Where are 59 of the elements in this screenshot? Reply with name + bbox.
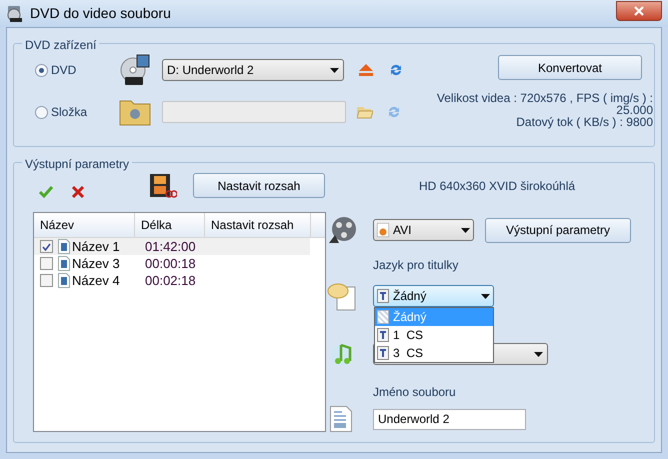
checkbox[interactable] xyxy=(40,257,53,270)
drive-dropdown[interactable]: D: Underworld 2 xyxy=(162,59,344,81)
close-button[interactable] xyxy=(616,0,662,20)
filename-label: Jméno souboru xyxy=(373,384,457,401)
checkbox[interactable] xyxy=(40,274,53,287)
radio-button[interactable] xyxy=(35,106,48,118)
text-document-icon xyxy=(377,328,389,342)
caret-icon xyxy=(481,294,490,298)
push-button[interactable]: Konvertovat xyxy=(498,55,642,80)
column-header[interactable]: Nastavit rozsah xyxy=(205,213,311,237)
video-file-icon xyxy=(58,273,70,288)
push-button[interactable]: Nastavit rozsah xyxy=(193,173,325,198)
list-row[interactable]: Název 1 01:42:00 xyxy=(34,238,310,255)
close-icon xyxy=(634,6,644,16)
dropdown-option[interactable]: 1 CS xyxy=(375,326,493,344)
checkbox[interactable] xyxy=(40,240,53,253)
document-icon xyxy=(330,406,352,432)
title-name: Název 1 xyxy=(72,238,121,256)
film-scissors-icon[interactable] xyxy=(149,173,177,198)
format-icon xyxy=(377,223,389,237)
info-text: Datový tok ( KB/s ) : 9800 xyxy=(516,116,653,128)
caret-icon xyxy=(534,352,543,356)
video-file-icon xyxy=(58,256,70,271)
open-folder-icon[interactable] xyxy=(357,105,373,119)
refresh-icon[interactable] xyxy=(389,63,403,77)
dropdown-option[interactable]: 3 CS xyxy=(375,344,493,362)
caret-icon xyxy=(461,228,470,232)
checker-icon xyxy=(377,310,389,324)
duration: 00:02:18 xyxy=(145,272,196,290)
filename-field[interactable]: Underworld 2 xyxy=(373,408,526,430)
delete-icon[interactable] xyxy=(72,186,84,198)
column-header[interactable]: Délka xyxy=(135,213,205,237)
folder-icon xyxy=(119,98,151,126)
disc-icon xyxy=(119,54,151,86)
subtitle-dropdown[interactable]: Žádný xyxy=(373,285,494,307)
push-button[interactable]: Výstupní parametry xyxy=(485,218,631,242)
subtitle-label: Jazyk pro titulky xyxy=(373,257,460,274)
info-text: 25.000 xyxy=(616,104,653,116)
duration: 00:00:18 xyxy=(145,254,196,273)
info-text: Velikost videa : 720x576 , FPS ( img/s ) : xyxy=(436,92,653,104)
refresh-icon[interactable] xyxy=(387,105,401,119)
radio-label: Složka xyxy=(51,104,88,121)
video-file-icon xyxy=(58,239,70,254)
caret-icon xyxy=(330,68,339,72)
app-icon xyxy=(6,4,24,22)
checkmark-icon[interactable] xyxy=(39,186,53,198)
title-name: Název 4 xyxy=(72,272,121,290)
window-title: DVD do video souboru xyxy=(30,4,171,23)
radio-label: DVD xyxy=(51,62,76,79)
film-reel-icon xyxy=(327,215,357,245)
column-header[interactable]: Název xyxy=(34,213,135,237)
duration: 01:42:00 xyxy=(145,238,196,256)
title-name: Název 3 xyxy=(72,254,121,273)
format-dropdown[interactable]: AVI xyxy=(373,219,474,241)
radio-button[interactable] xyxy=(35,64,48,76)
text-document-icon xyxy=(377,346,389,360)
eject-icon[interactable] xyxy=(359,64,373,76)
text-document-icon xyxy=(377,289,389,303)
profile-label: HD 640x360 XVID širokoúhlá xyxy=(418,178,576,195)
